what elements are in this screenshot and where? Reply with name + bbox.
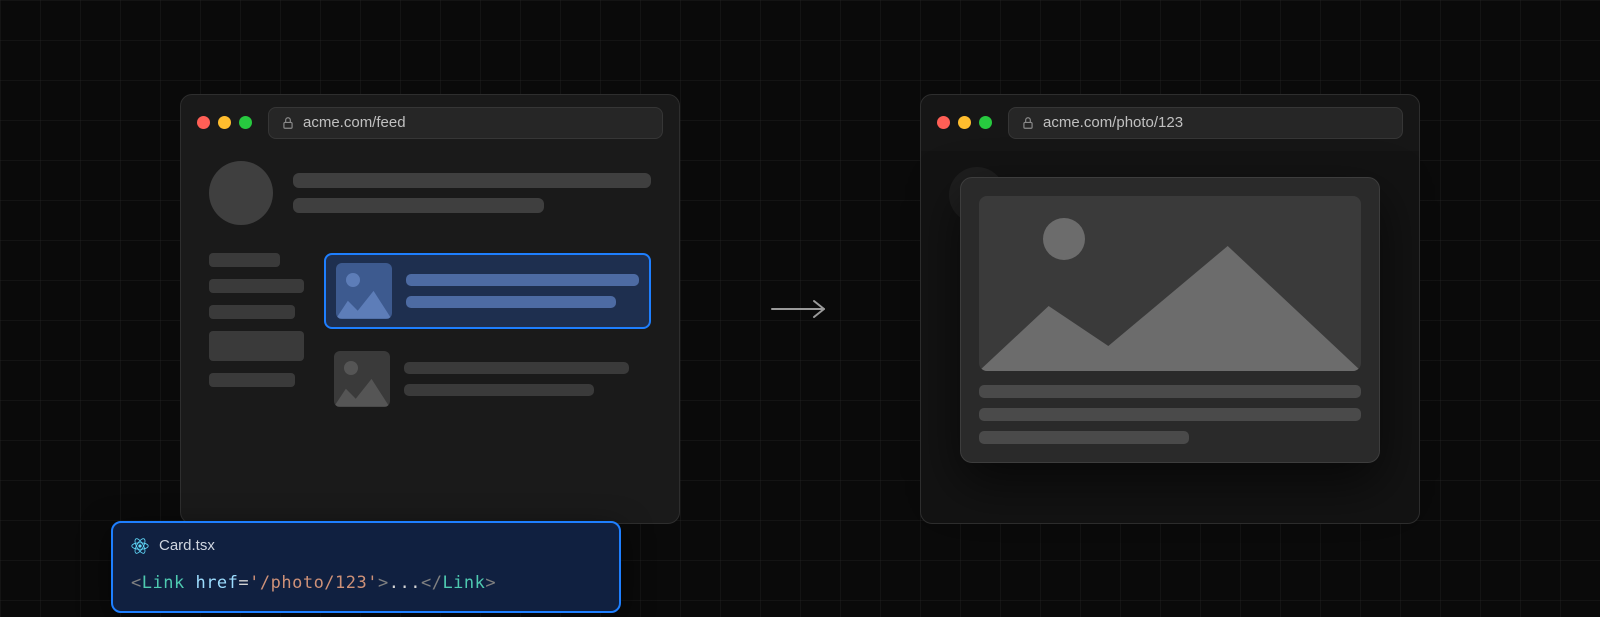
minimize-icon[interactable] [218,116,231,129]
image-thumbnail-icon [334,351,390,407]
modal-text-placeholder [979,385,1361,444]
code-line: <Link href='/photo/123'>...</Link> [131,573,601,593]
close-icon[interactable] [197,116,210,129]
browser-titlebar: acme.com/feed [181,95,679,151]
profile-placeholder-lines [293,173,651,213]
url-text: acme.com/feed [303,114,406,131]
address-bar[interactable]: acme.com/feed [268,107,663,139]
diagram-stage: acme.com/feed [0,0,1600,617]
arrow-right-icon [770,297,830,321]
photo-placeholder [979,196,1361,371]
code-filename: Card.tsx [159,537,215,554]
lock-icon [281,116,295,130]
image-thumbnail-icon [336,263,392,319]
maximize-icon[interactable] [239,116,252,129]
browser-window-photo: acme.com/photo/123 [920,94,1420,524]
lock-icon [1021,116,1035,130]
close-icon[interactable] [937,116,950,129]
address-bar[interactable]: acme.com/photo/123 [1008,107,1403,139]
photo-modal [960,177,1380,463]
feed-body [181,151,679,443]
code-file-header: Card.tsx [131,537,601,555]
minimize-icon[interactable] [958,116,971,129]
browser-titlebar: acme.com/photo/123 [921,95,1419,151]
url-text: acme.com/photo/123 [1043,114,1183,131]
traffic-lights [937,116,992,129]
feed-items [324,253,651,415]
profile-header [209,161,651,225]
avatar-placeholder [209,161,273,225]
sidebar-placeholder [209,253,304,415]
feed-card[interactable] [324,343,651,415]
maximize-icon[interactable] [979,116,992,129]
traffic-lights [197,116,252,129]
react-icon [131,537,149,555]
browser-window-feed: acme.com/feed [180,94,680,524]
code-snippet-card: Card.tsx <Link href='/photo/123'>...</Li… [111,521,621,613]
feed-card-highlighted[interactable] [324,253,651,329]
feed-columns [209,253,651,415]
